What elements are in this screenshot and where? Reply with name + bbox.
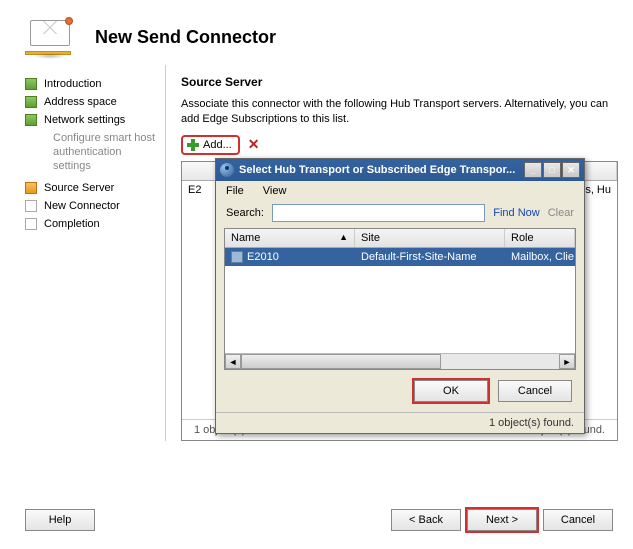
col-name[interactable]: Name▲ <box>225 229 355 247</box>
horizontal-scrollbar[interactable]: ◄ ► <box>225 353 575 369</box>
clear-link: Clear <box>548 207 574 219</box>
scroll-thumb[interactable] <box>241 354 441 369</box>
cell-site: Default-First-Site-Name <box>355 248 505 266</box>
cell-name: E2010 <box>225 248 355 266</box>
back-button[interactable]: < Back <box>391 509 461 531</box>
wizard-title: New Send Connector <box>95 27 276 48</box>
scroll-left-icon[interactable]: ◄ <box>225 354 241 369</box>
server-list: Name▲ Site Role E2010 Default-First-Site… <box>224 228 576 370</box>
step-check-icon <box>25 114 37 126</box>
add-label: Add... <box>203 139 232 151</box>
ok-button[interactable]: OK <box>414 380 488 402</box>
menu-view[interactable]: View <box>263 185 287 197</box>
col-role[interactable]: Role <box>505 229 575 247</box>
delete-x-icon[interactable]: ✕ <box>248 136 260 153</box>
step-sub-smart-host: Configure smart host authentication sett… <box>25 132 160 173</box>
step-completion[interactable]: Completion <box>25 215 160 233</box>
step-source-server[interactable]: Source Server <box>25 179 160 197</box>
step-label: Network settings <box>44 114 125 126</box>
col-site[interactable]: Site <box>355 229 505 247</box>
step-label: Address space <box>44 96 117 108</box>
add-button[interactable]: Add... <box>181 135 240 155</box>
search-input[interactable] <box>272 204 485 222</box>
step-check-icon <box>25 78 37 90</box>
step-pending-icon <box>25 218 37 230</box>
dialog-title-text: Select Hub Transport or Subscribed Edge … <box>239 164 524 176</box>
find-now-link[interactable]: Find Now <box>493 207 539 219</box>
maximize-icon[interactable]: □ <box>543 162 561 178</box>
scroll-right-icon[interactable]: ► <box>559 354 575 369</box>
search-label: Search: <box>226 207 264 219</box>
dialog-app-icon <box>220 163 234 177</box>
help-button[interactable]: Help <box>25 509 95 531</box>
server-toolbar: Add... ✕ <box>181 135 618 155</box>
step-network-settings[interactable]: Network settings <box>25 111 160 129</box>
dialog-cancel-button[interactable]: Cancel <box>498 380 572 402</box>
close-icon[interactable]: ✕ <box>562 162 580 178</box>
cell-role: Mailbox, Clie <box>505 248 575 266</box>
step-pending-icon <box>25 200 37 212</box>
next-button[interactable]: Next > <box>467 509 537 531</box>
dialog-search-row: Search: Find Now Clear <box>216 201 584 228</box>
server-icon <box>231 251 243 263</box>
plus-icon <box>186 138 200 152</box>
minimize-icon[interactable]: _ <box>524 162 542 178</box>
section-description: Associate this connector with the follow… <box>181 97 618 127</box>
step-label: Source Server <box>44 182 114 194</box>
wizard-header: New Send Connector <box>0 0 633 65</box>
dialog-buttons: OK Cancel <box>216 370 584 412</box>
step-introduction[interactable]: Introduction <box>25 75 160 93</box>
step-label: Completion <box>44 218 100 230</box>
step-check-icon <box>25 96 37 108</box>
dialog-titlebar[interactable]: Select Hub Transport or Subscribed Edge … <box>216 159 584 181</box>
step-label: Introduction <box>44 78 101 90</box>
step-address-space[interactable]: Address space <box>25 93 160 111</box>
list-header: Name▲ Site Role <box>225 229 575 248</box>
dialog-statusbar: 1 object(s) found. <box>216 412 584 433</box>
cancel-button[interactable]: Cancel <box>543 509 613 531</box>
section-title: Source Server <box>181 75 618 89</box>
sort-asc-icon: ▲ <box>339 232 348 242</box>
connector-envelope-icon <box>25 20 75 55</box>
step-current-icon <box>25 182 37 194</box>
dialog-menubar: File View <box>216 181 584 201</box>
step-new-connector[interactable]: New Connector <box>25 197 160 215</box>
select-server-dialog: Select Hub Transport or Subscribed Edge … <box>215 158 585 434</box>
step-label: New Connector <box>44 200 120 212</box>
wizard-steps-sidebar: Introduction Address space Network setti… <box>10 65 165 441</box>
menu-file[interactable]: File <box>226 185 244 197</box>
list-item[interactable]: E2010 Default-First-Site-Name Mailbox, C… <box>225 248 575 266</box>
